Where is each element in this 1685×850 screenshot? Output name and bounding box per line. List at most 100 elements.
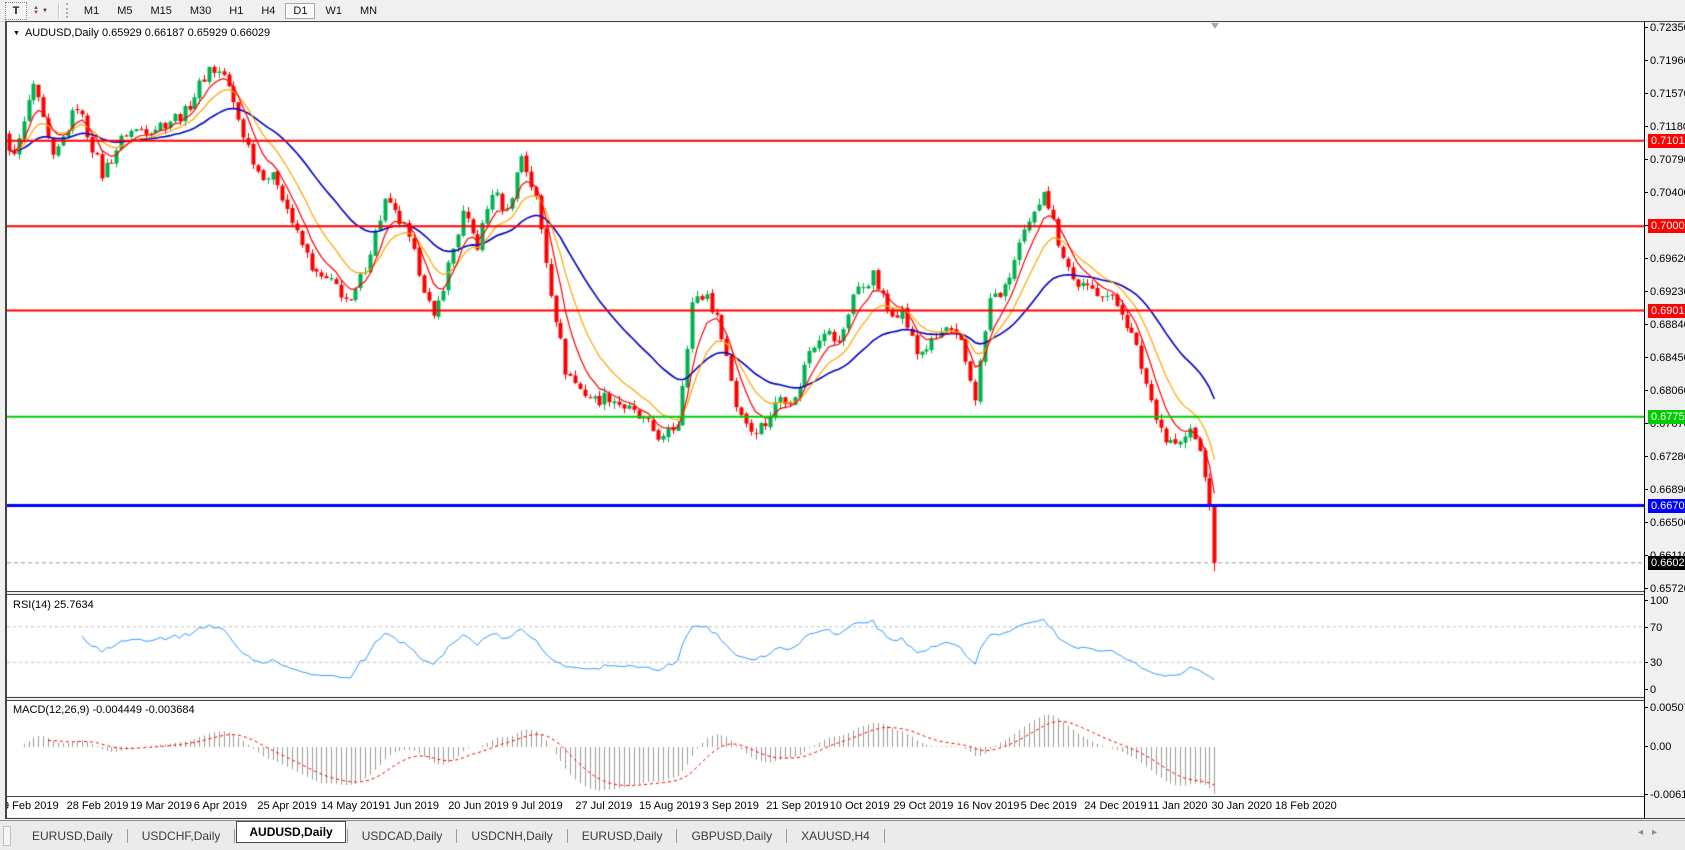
price-axis-tick: 0.71180	[1645, 120, 1685, 134]
date-label: 15 Aug 2019	[639, 800, 701, 812]
date-label: 5 Dec 2019	[1021, 800, 1077, 812]
price-axis[interactable]: 0.72350 0.71960 0.71570 0.71180 0.70790 0.704…	[1645, 22, 1685, 818]
price-line-label: 0.71016	[1648, 134, 1685, 148]
date-label: 11 Jan 2020	[1148, 800, 1208, 812]
rsi-indicator-canvas[interactable]	[7, 595, 1644, 696]
date-label: 30 Jan 2020	[1211, 800, 1272, 812]
tool-dropdown-button[interactable]: ▲▼ ▼	[31, 3, 50, 19]
chart-tab-bar: EURUSD,DailyUSDCHF,DailyAUDUSD,DailyUSDC…	[0, 820, 1685, 850]
date-label: 20 Jun 2019	[448, 800, 509, 812]
date-label: 19 Mar 2019	[130, 800, 192, 812]
price-axis-tick: 0.68060	[1645, 384, 1685, 398]
date-label: 25 Apr 2019	[257, 800, 316, 812]
tab-scroll-right-icon[interactable]: ▸	[1652, 827, 1666, 838]
tab-eurusd-daily[interactable]: EURUSD,Daily	[569, 826, 676, 846]
tab-separator	[127, 829, 128, 843]
price-axis-tick: 0.69620	[1645, 252, 1685, 266]
rsi-axis-tick: 30	[1645, 656, 1662, 670]
arrows-tool-icon: ▲▼	[33, 6, 39, 16]
dropdown-caret-icon: ▼	[42, 8, 48, 14]
timeframe-button-M5[interactable]: M5	[109, 3, 140, 19]
tab-scroll-left-icon[interactable]: ◂	[1638, 827, 1652, 838]
tab-eurusd-daily[interactable]: EURUSD,Daily	[19, 826, 126, 846]
date-label: 16 Nov 2019	[957, 800, 1019, 812]
tab-usdcad-daily[interactable]: USDCAD,Daily	[349, 826, 456, 846]
date-label: 24 Dec 2019	[1084, 800, 1146, 812]
tab-audusd-daily[interactable]: AUDUSD,Daily	[236, 821, 345, 843]
price-axis-tick: 0.71570	[1645, 87, 1685, 101]
price-axis-tick: 0.66500	[1645, 516, 1685, 530]
timeframe-button-M30[interactable]: M30	[182, 3, 219, 19]
price-line-label: 0.66706	[1648, 499, 1685, 513]
timeframe-button-M15[interactable]: M15	[142, 3, 179, 19]
macd-axis-tick: -0.006148	[1645, 788, 1685, 802]
date-label: 28 Feb 2019	[67, 800, 129, 812]
chart-frame-bottom	[5, 818, 1685, 819]
price-axis-tick: 0.70790	[1645, 153, 1685, 167]
text-tool-button[interactable]: T	[5, 2, 27, 20]
tab-bar-notch	[3, 826, 11, 846]
price-line-label: 0.69010	[1648, 304, 1685, 318]
price-axis-tick: 0.72350	[1645, 21, 1685, 35]
price-line-label: 0.70007	[1648, 219, 1685, 233]
timeframe-button-H1[interactable]: H1	[221, 3, 251, 19]
tab-separator	[786, 829, 787, 843]
date-label: 1 Jun 2019	[385, 800, 439, 812]
toolbar-separator	[58, 3, 60, 19]
mt4-window: T ▲▼ ▼ M1M5M15M30H1H4D1W1MN ▼ AUDUSD,Dail…	[0, 0, 1685, 850]
chart-title-text: AUDUSD,Daily 0.65929 0.66187 0.65929 0.6…	[25, 27, 270, 39]
collapse-triangle-icon[interactable]: ▼	[13, 30, 20, 37]
macd-indicator-canvas[interactable]	[7, 701, 1644, 796]
timeframe-button-D1[interactable]: D1	[285, 3, 315, 19]
tab-separator	[676, 829, 677, 843]
price-axis-tick: 0.70400	[1645, 186, 1685, 200]
tabs-row: EURUSD,DailyUSDCHF,DailyAUDUSD,DailyUSDC…	[19, 825, 886, 847]
date-label: 14 May 2019	[321, 800, 385, 812]
date-label: 9 Feb 2019	[7, 800, 59, 812]
date-label: 29 Oct 2019	[893, 800, 953, 812]
chart-title: ▼ AUDUSD,Daily 0.65929 0.66187 0.65929 0.…	[13, 27, 270, 39]
tab-separator	[456, 829, 457, 843]
price-axis-tick: 0.68840	[1645, 318, 1685, 332]
rsi-label: RSI(14) 25.7634	[13, 599, 94, 611]
tab-separator	[884, 829, 885, 843]
tab-separator	[567, 829, 568, 843]
timeframe-button-M1[interactable]: M1	[76, 3, 107, 19]
tab-xauusd-h4[interactable]: XAUUSD,H4	[788, 826, 883, 846]
rsi-axis-tick: 0	[1645, 683, 1656, 697]
price-axis-tick: 0.66890	[1645, 483, 1685, 497]
date-label: 10 Oct 2019	[830, 800, 890, 812]
macd-axis-tick: 0.00	[1645, 740, 1671, 754]
macd-axis-tick: 0.005076	[1645, 701, 1685, 715]
date-label: 27 Jul 2019	[575, 800, 632, 812]
date-label: 18 Feb 2020	[1275, 800, 1337, 812]
timeframe-button-H4[interactable]: H4	[253, 3, 283, 19]
tab-usdcnh-daily[interactable]: USDCNH,Daily	[458, 826, 565, 846]
price-axis-tick: 0.68450	[1645, 351, 1685, 365]
date-label: 21 Sep 2019	[766, 800, 828, 812]
date-axis[interactable]: 9 Feb 2019 28 Feb 201919 Mar 20196 Apr 20…	[7, 797, 1644, 817]
date-label: 6 Apr 2019	[194, 800, 247, 812]
toolbar-grip[interactable]	[66, 3, 70, 18]
tab-gbpusd-daily[interactable]: GBPUSD,Daily	[678, 826, 785, 846]
panel-divider[interactable]	[7, 697, 1644, 698]
timeframe-button-group: M1M5M15M30H1H4D1W1MN	[75, 3, 386, 19]
top-toolbar: T ▲▼ ▼ M1M5M15M30H1H4D1W1MN	[0, 0, 1685, 22]
date-label: 9 Jul 2019	[512, 800, 563, 812]
tab-separator	[347, 829, 348, 843]
price-axis-tick: 0.69230	[1645, 285, 1685, 299]
tab-separator	[234, 829, 235, 843]
price-axis-tick: 0.71960	[1645, 54, 1685, 68]
price-axis-tick: 0.67280	[1645, 450, 1685, 464]
date-label: 3 Sep 2019	[703, 800, 759, 812]
tab-usdchf-daily[interactable]: USDCHF,Daily	[129, 826, 234, 846]
macd-label: MACD(12,26,9) -0.004449 -0.003684	[13, 704, 195, 716]
panel-divider[interactable]	[7, 591, 1644, 592]
price-chart-canvas[interactable]	[7, 23, 1644, 591]
timeframe-button-MN[interactable]: MN	[352, 3, 385, 19]
tab-scroll-arrows: ◂▸	[1638, 827, 1666, 838]
chart-shift-marker[interactable]	[1211, 23, 1219, 29]
rsi-axis-tick: 100	[1645, 594, 1668, 608]
timeframe-button-W1[interactable]: W1	[317, 3, 350, 19]
price-line-label: 0.67754	[1648, 410, 1685, 424]
